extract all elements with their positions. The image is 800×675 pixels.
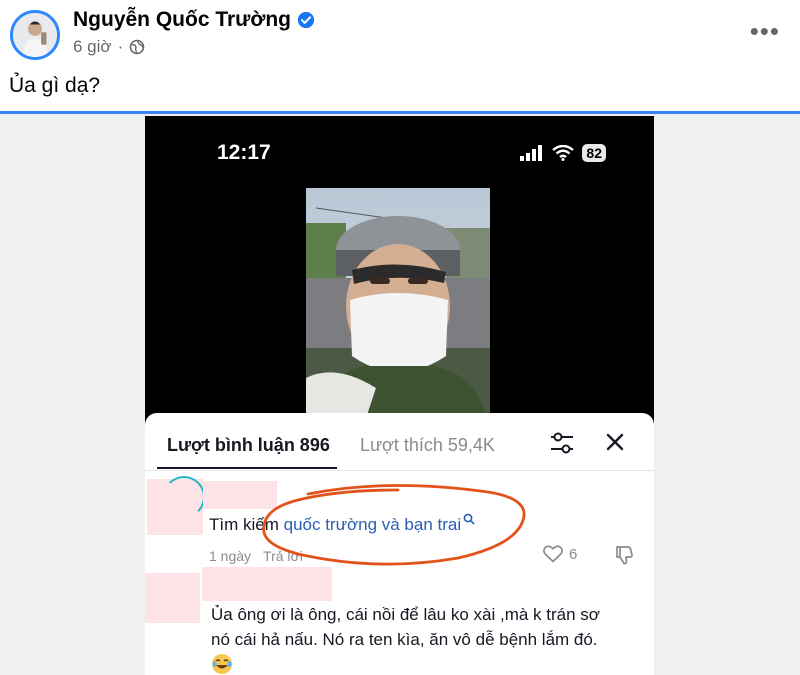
video-frame-image <box>306 188 490 418</box>
author-name[interactable]: Nguyễn Quốc Trường <box>73 8 291 32</box>
close-icon[interactable] <box>604 431 626 453</box>
author-avatar[interactable] <box>10 10 60 60</box>
post-image-area[interactable]: 12:17 82 Lượt bình luận 896 Lượt thích 5… <box>0 114 800 675</box>
post-header: Nguyễn Quốc Trường 6 giờ · ••• Ủa gì dạ? <box>0 0 800 112</box>
post-caption: Ủa gì dạ? <box>9 74 101 97</box>
search-icon[interactable] <box>463 513 475 525</box>
comment-text: Tìm kiếm quốc trường và bạn trai <box>209 513 475 535</box>
post-meta: 6 giờ · <box>73 37 145 57</box>
comment-username-redacted[interactable] <box>203 481 277 509</box>
heart-icon <box>543 545 563 563</box>
reply-button[interactable]: Trả lời <box>263 548 303 564</box>
laughing-emoji <box>212 654 232 674</box>
comment-time: 1 ngày <box>209 548 252 564</box>
comments-tabs: Lượt bình luận 896 Lượt thích 59,4K <box>145 413 654 471</box>
tab-comments[interactable]: Lượt bình luận 896 <box>167 435 330 456</box>
globe-icon <box>129 39 145 55</box>
filter-icon[interactable] <box>549 431 575 455</box>
comment-avatar-redacted[interactable] <box>145 573 200 623</box>
author-name-row: Nguyễn Quốc Trường <box>73 8 315 32</box>
avatar-image <box>13 13 57 57</box>
story-ring <box>163 476 205 518</box>
wifi-icon <box>552 145 575 161</box>
comments-sheet: Lượt bình luận 896 Lượt thích 59,4K Tìm … <box>145 413 654 675</box>
comment-text: Ủa ông ơi là ông, cái nồi để lâu ko xài … <box>211 602 600 652</box>
comment-meta: 1 ngày Trả lời <box>209 548 303 564</box>
post-time[interactable]: 6 giờ <box>73 37 112 57</box>
like-button[interactable]: 6 <box>543 545 577 563</box>
verified-icon <box>297 11 315 29</box>
status-icons: 82 <box>520 144 606 162</box>
dot-separator: · <box>117 37 124 56</box>
tab-likes[interactable]: Lượt thích 59,4K <box>360 435 495 456</box>
search-suggestion-link[interactable]: quốc trường và bạn trai <box>284 515 462 534</box>
active-tab-indicator <box>157 467 337 469</box>
video-thumbnail[interactable] <box>306 188 490 418</box>
comment-prefix: Tìm kiếm <box>209 515 284 534</box>
status-bar: 12:17 82 <box>145 141 654 171</box>
more-icon[interactable]: ••• <box>750 16 780 47</box>
comment-username-redacted[interactable] <box>202 567 332 601</box>
comment-line: Ủa ông ơi là ông, cái nồi để lâu ko xài … <box>211 605 600 624</box>
status-time: 12:17 <box>217 141 271 164</box>
like-count: 6 <box>569 545 578 563</box>
phone-screenshot: 12:17 82 Lượt bình luận 896 Lượt thích 5… <box>145 116 654 675</box>
comment-line: nó cái hả nấu. Nó ra ten kìa, ăn vô dễ b… <box>211 630 598 649</box>
battery-icon: 82 <box>582 144 606 162</box>
dislike-icon[interactable] <box>613 544 635 566</box>
signal-icon <box>520 145 543 161</box>
